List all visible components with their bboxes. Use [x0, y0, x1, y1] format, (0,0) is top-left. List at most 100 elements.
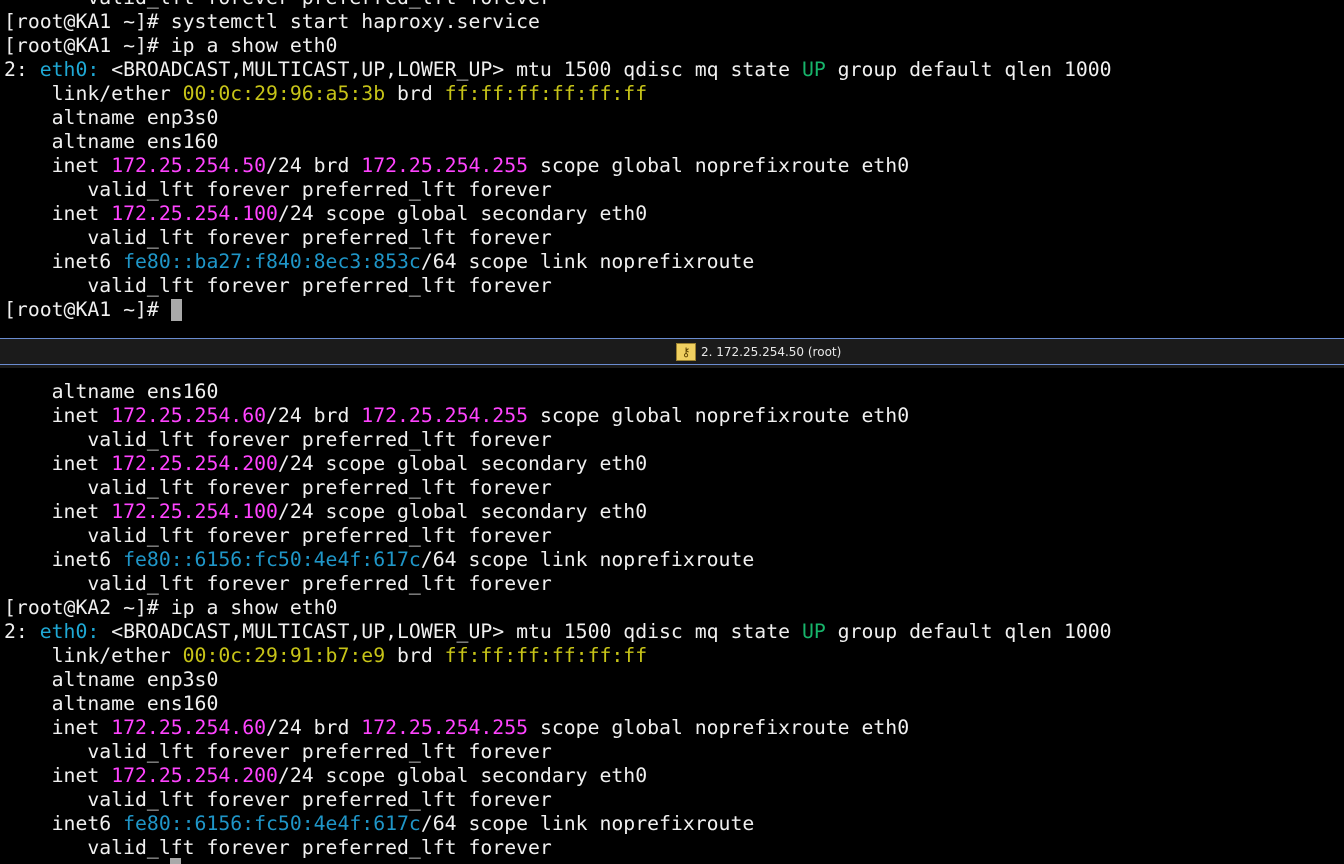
- terminal-line: altname enp3s0: [4, 106, 1112, 130]
- terminal-text-segment: [root@KA1 ~]#: [4, 298, 171, 321]
- terminal-line: valid_lft forever preferred_lft forever: [4, 226, 1112, 250]
- terminal-text-segment: link/ether: [4, 644, 183, 667]
- terminal-text-segment: inet: [4, 154, 112, 177]
- terminal-text-segment: altname ens160: [4, 380, 219, 403]
- terminal-line: [root@KA1 ~]# ip a show eth0: [4, 34, 1112, 58]
- terminal-text-segment: [root@KA1 ~]# systemctl start haproxy.se…: [4, 10, 540, 33]
- terminal-text-segment: 172.25.254.60: [111, 716, 267, 739]
- terminal-line: [root@KA2 ~]# ip a show eth0: [4, 596, 1112, 620]
- terminal-text-segment: eth0:: [39, 620, 100, 643]
- session-tab-title: 2. 172.25.254.50 (root): [701, 345, 842, 359]
- terminal-line: valid_lft forever preferred_lft forever: [4, 178, 1112, 202]
- terminal-line: link/ether 00:0c:29:91:b7:e9 brd ff:ff:f…: [4, 644, 1112, 668]
- terminal-text-segment: /24 brd: [266, 154, 362, 177]
- terminal-text-segment: eth0:: [39, 58, 100, 81]
- terminal-text-segment: 172.25.254.50: [111, 154, 267, 177]
- terminal-text-segment: altname enp3s0: [4, 106, 219, 129]
- terminal-text-segment: ff:ff:ff:ff:ff:ff: [444, 644, 648, 667]
- terminal-text-segment: valid_lft forever preferred_lft forever: [4, 226, 552, 249]
- terminal-text-segment: /64 scope link noprefixroute: [420, 812, 755, 835]
- terminal-line: valid_lft forever preferred_lft forever: [4, 788, 1112, 812]
- terminal-line: valid_lft forever preferred_lft forever: [4, 836, 1112, 860]
- terminal-text-segment: UP: [801, 58, 826, 81]
- terminal-text-segment: 172.25.254.60: [111, 404, 267, 427]
- terminal-text-segment: <BROADCAST,MULTICAST,UP,LOWER_UP> mtu 15…: [99, 58, 802, 81]
- terminal-line: [root@KA1 ~]# systemctl start haproxy.se…: [4, 10, 1112, 34]
- terminal-text-segment: fe80::6156:fc50:4e4f:617c: [123, 548, 421, 571]
- terminal-text-segment: 172.25.254.255: [361, 716, 529, 739]
- terminal-text-segment: altname ens160: [4, 692, 219, 715]
- terminal-text-segment: inet: [4, 404, 112, 427]
- terminal-text-segment: valid_lft forever preferred_lft forever: [4, 0, 551, 9]
- terminal-line: 2: eth0: <BROADCAST,MULTICAST,UP,LOWER_U…: [4, 58, 1112, 82]
- pane-divider[interactable]: ⚷ 2. 172.25.254.50 (root): [0, 338, 1344, 368]
- terminal-cursor: [170, 299, 182, 321]
- session-tab-label[interactable]: ⚷ 2. 172.25.254.50 (root): [676, 342, 841, 362]
- terminal-text-segment: inet: [4, 202, 112, 225]
- terminal-text-segment: valid_lft forever preferred_lft forever: [4, 788, 552, 811]
- terminal-text-segment: 172.25.254.255: [361, 404, 529, 427]
- terminal-line: inet 172.25.254.100/24 scope global seco…: [4, 202, 1112, 226]
- terminal-line: 2: eth0: <BROADCAST,MULTICAST,UP,LOWER_U…: [4, 620, 1112, 644]
- terminal-output-ka1: valid_lft forever preferred_lft forever[…: [4, 0, 1112, 322]
- terminal-text-segment: fe80::6156:fc50:4e4f:617c: [123, 812, 421, 835]
- terminal-pane-ka2[interactable]: altname ens160 inet 172.25.254.60/24 brd…: [0, 368, 1344, 864]
- terminal-text-segment: 172.25.254.200: [111, 452, 278, 475]
- terminal-text-segment: group default qlen 1000: [825, 620, 1112, 643]
- terminal-text-segment: inet: [4, 716, 112, 739]
- terminal-line: link/ether 00:0c:29:96:a5:3b brd ff:ff:f…: [4, 82, 1112, 106]
- terminal-text-segment: /24 scope global secondary eth0: [277, 452, 648, 475]
- terminal-line: [root@KA1 ~]#: [4, 298, 1112, 322]
- terminal-line: inet6 fe80::6156:fc50:4e4f:617c/64 scope…: [4, 812, 1112, 836]
- terminal-cursor-ka2: [170, 858, 181, 864]
- terminal-line: inet 172.25.254.100/24 scope global seco…: [4, 500, 1112, 524]
- terminal-text-segment: 172.25.254.100: [111, 202, 278, 225]
- terminal-text-segment: valid_lft forever preferred_lft forever: [4, 740, 552, 763]
- terminal-text-segment: altname ens160: [4, 130, 219, 153]
- terminal-text-segment: scope global noprefixroute eth0: [528, 404, 910, 427]
- terminal-text-segment: link/ether: [4, 82, 183, 105]
- terminal-line: inet6 fe80::6156:fc50:4e4f:617c/64 scope…: [4, 548, 1112, 572]
- terminal-text-segment: valid_lft forever preferred_lft forever: [4, 836, 552, 859]
- terminal-text-segment: valid_lft forever preferred_lft forever: [4, 476, 552, 499]
- terminal-text-segment: scope global noprefixroute eth0: [528, 154, 910, 177]
- terminal-line: inet 172.25.254.60/24 brd 172.25.254.255…: [4, 404, 1112, 428]
- terminal-text-segment: /64 scope link noprefixroute: [420, 548, 755, 571]
- terminal-line: inet 172.25.254.200/24 scope global seco…: [4, 452, 1112, 476]
- terminal-text-segment: 2:: [4, 58, 40, 81]
- terminal-text-segment: UP: [801, 620, 826, 643]
- terminal-text-segment: 00:0c:29:96:a5:3b: [182, 82, 386, 105]
- terminal-line: valid_lft forever preferred_lft forever: [4, 274, 1112, 298]
- terminal-pane-ka1[interactable]: valid_lft forever preferred_lft forever[…: [0, 0, 1344, 338]
- terminal-line: valid_lft forever preferred_lft forever: [4, 740, 1112, 764]
- terminal-text-segment: scope global noprefixroute eth0: [528, 716, 910, 739]
- divider-top-line: [0, 338, 1344, 339]
- terminal-text-segment: brd: [385, 82, 445, 105]
- terminal-text-segment: /24 scope global secondary eth0: [277, 500, 648, 523]
- terminal-text-segment: inet: [4, 764, 112, 787]
- terminal-text-segment: /24 brd: [266, 404, 362, 427]
- terminal-text-segment: 2:: [4, 620, 40, 643]
- terminal-line: valid_lft forever preferred_lft forever: [4, 428, 1112, 452]
- terminal-text-segment: altname enp3s0: [4, 668, 219, 691]
- key-icon: ⚷: [676, 343, 696, 361]
- terminal-text-segment: 00:0c:29:91:b7:e9: [182, 644, 386, 667]
- terminal-text-segment: valid_lft forever preferred_lft forever: [4, 524, 552, 547]
- terminal-text-segment: 172.25.254.100: [111, 500, 278, 523]
- terminal-line: inet 172.25.254.50/24 brd 172.25.254.255…: [4, 154, 1112, 178]
- terminal-line: inet6 fe80::ba27:f840:8ec3:853c/64 scope…: [4, 250, 1112, 274]
- terminal-text-segment: inet: [4, 500, 112, 523]
- terminal-line: inet 172.25.254.60/24 brd 172.25.254.255…: [4, 716, 1112, 740]
- terminal-text-segment: 172.25.254.200: [111, 764, 278, 787]
- terminal-line: valid_lft forever preferred_lft forever: [4, 524, 1112, 548]
- terminal-line: altname ens160: [4, 380, 1112, 404]
- terminal-text-segment: inet6: [4, 548, 124, 571]
- terminal-text-segment: group default qlen 1000: [825, 58, 1112, 81]
- terminal-text-segment: ff:ff:ff:ff:ff:ff: [444, 82, 648, 105]
- terminal-line: altname ens160: [4, 692, 1112, 716]
- terminal-text-segment: brd: [385, 644, 445, 667]
- terminal-line: valid_lft forever preferred_lft forever: [4, 476, 1112, 500]
- terminal-text-segment: valid_lft forever preferred_lft forever: [4, 428, 552, 451]
- terminal-text-segment: [root@KA2 ~]# ip a show eth0: [4, 596, 338, 619]
- terminal-text-segment: /24 brd: [266, 716, 362, 739]
